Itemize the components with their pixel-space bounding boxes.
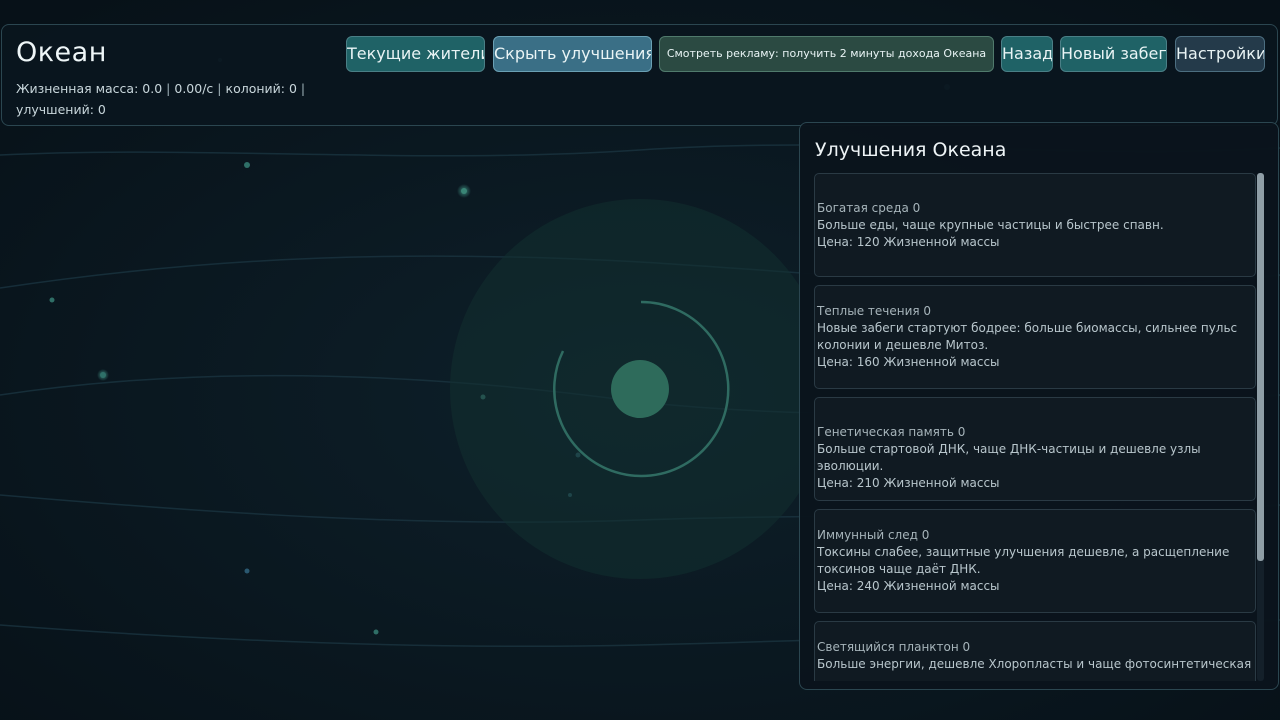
upgrade-price: Цена: 120 Жизненной массы <box>817 235 1000 249</box>
stat-separator: | <box>166 81 171 96</box>
colonies-stat: колоний: 0 <box>225 81 297 96</box>
upgrade-price: Цена: 160 Жизненной массы <box>817 355 1000 369</box>
game-title: Океан <box>16 37 107 68</box>
scrollbar[interactable] <box>1257 173 1264 681</box>
upgrade-card[interactable]: Иммунный след 0 Токсины слабее, защитные… <box>814 509 1256 613</box>
income-rate-stat: 0.00/с <box>174 81 214 96</box>
back-button[interactable]: Назад <box>1001 36 1053 72</box>
biomass-stat: Жизненная масса: 0.0 <box>16 81 163 96</box>
upgrade-name: Светящийся планктон 0 <box>817 640 971 654</box>
ocean-upgrades-panel: Улучшения Океана Богатая среда 0 Больше … <box>799 122 1279 690</box>
stat-separator: | <box>300 81 306 96</box>
upgrade-description: Больше энергии, дешевле Хлоропласты и ча… <box>817 657 1252 671</box>
watch-ad-button[interactable]: Смотреть рекламу: получить 2 минуты дохо… <box>659 36 994 72</box>
upgrades-count-stat: улучшений: 0 <box>16 102 106 117</box>
upgrade-card[interactable]: Светящийся планктон 0 Больше энергии, де… <box>814 621 1256 681</box>
upgrade-name: Богатая среда 0 <box>817 201 921 215</box>
upgrade-description: Токсины слабее, защитные улучшения дешев… <box>817 545 1230 576</box>
upgrade-card[interactable]: Богатая среда 0 Больше еды, чаще крупные… <box>814 173 1256 277</box>
upgrades-list[interactable]: Богатая среда 0 Больше еды, чаще крупные… <box>814 173 1256 681</box>
upgrade-description: Больше стартовой ДНК, чаще ДНК-частицы и… <box>817 442 1201 473</box>
hide-upgrades-button[interactable]: Скрыть улучшения <box>493 36 652 72</box>
upgrade-name: Теплые течения 0 <box>817 304 932 318</box>
upgrade-card[interactable]: Теплые течения 0 Новые забеги стартуют б… <box>814 285 1256 389</box>
resource-stats: Жизненная масса: 0.0 | 0.00/с | колоний: 0 | … <box>16 78 336 120</box>
current-residents-button[interactable]: Текущие жители <box>346 36 485 72</box>
new-run-button[interactable]: Новый забег <box>1060 36 1167 72</box>
colony-cell[interactable] <box>450 199 830 579</box>
scrollbar-thumb[interactable] <box>1257 173 1264 561</box>
stat-separator: | <box>217 81 222 96</box>
upgrade-name: Генетическая память 0 <box>817 425 966 439</box>
upgrade-description: Больше еды, чаще крупные частицы и быстр… <box>817 218 1164 232</box>
upgrade-description: Новые забеги стартуют бодрее: больше био… <box>817 321 1238 352</box>
upgrade-card[interactable]: Генетическая память 0 Больше стартовой Д… <box>814 397 1256 501</box>
panel-title: Улучшения Океана <box>815 139 1007 161</box>
upgrade-price: Цена: 240 Жизненной массы <box>817 579 1000 593</box>
upgrade-name: Иммунный след 0 <box>817 528 930 542</box>
settings-button[interactable]: Настройки <box>1175 36 1265 72</box>
upgrade-price: Цена: 210 Жизненной массы <box>817 476 1000 490</box>
top-bar: Океан Жизненная масса: 0.0 | 0.00/с | колони… <box>1 24 1278 126</box>
